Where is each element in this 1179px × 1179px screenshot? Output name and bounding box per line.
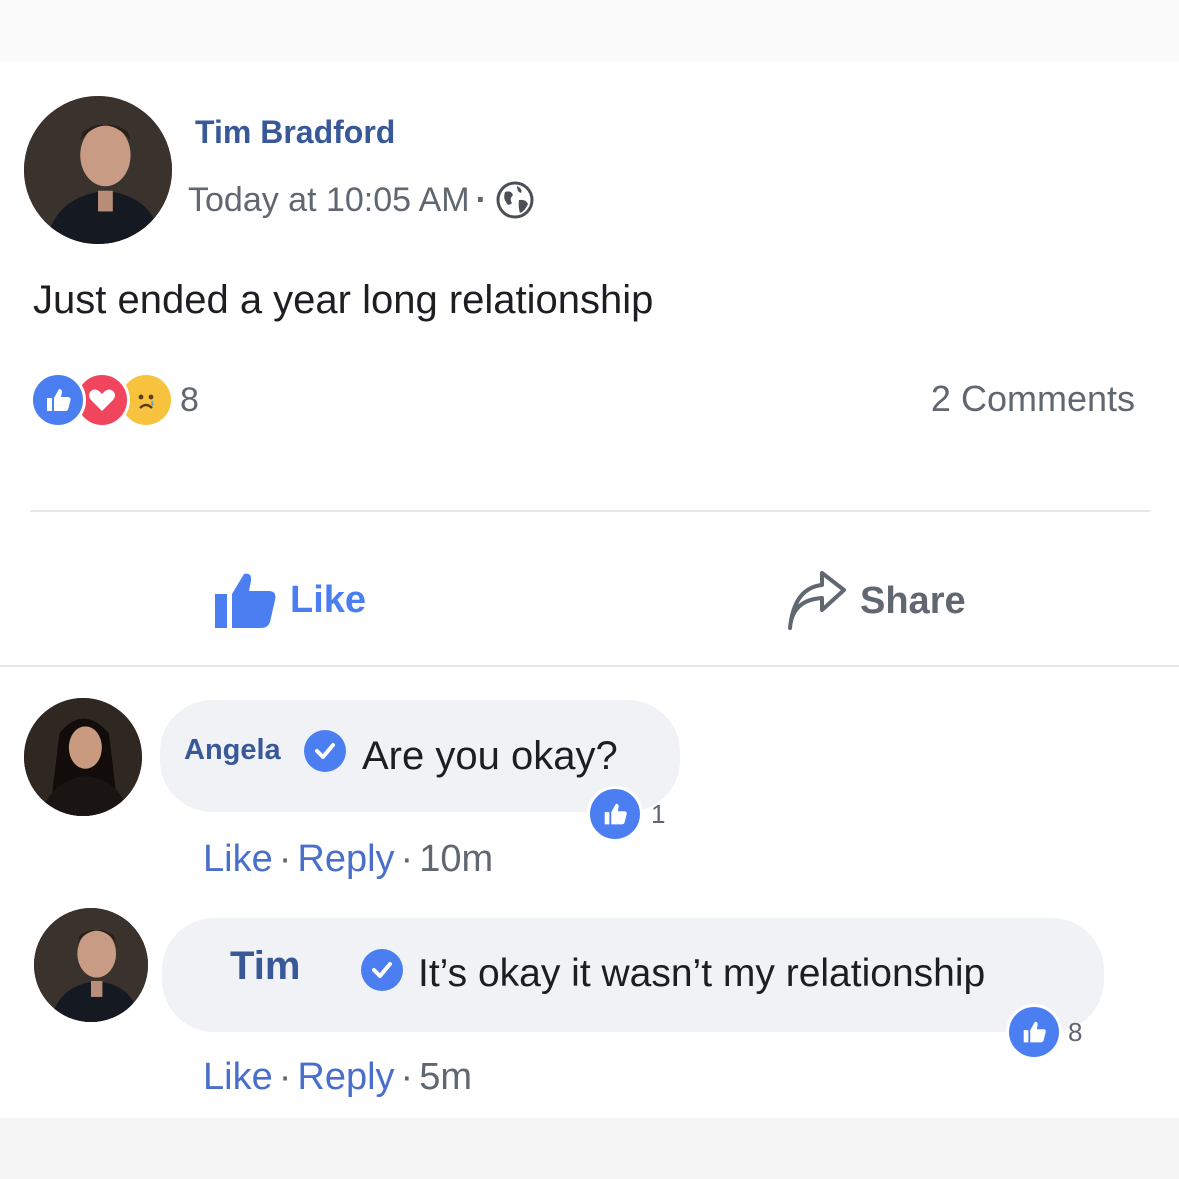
comment-actions: Like · Reply · 10m xyxy=(203,838,493,881)
globe-icon xyxy=(495,180,535,220)
comment-actions: Like · Reply · 5m xyxy=(203,1056,472,1099)
comment-age: 5m xyxy=(419,1056,472,1098)
meta-separator: · xyxy=(475,180,487,219)
commenter-avatar[interactable] xyxy=(34,908,148,1022)
comment-age: 10m xyxy=(419,838,494,880)
divider xyxy=(0,665,1179,667)
thumbs-up-icon xyxy=(215,573,276,628)
comment-like-reaction-icon xyxy=(1006,1004,1062,1060)
verified-badge-icon xyxy=(304,730,346,772)
verified-badge-icon xyxy=(361,949,403,991)
separator-dot: · xyxy=(400,1056,414,1098)
share-button[interactable]: Share xyxy=(786,570,966,632)
separator-dot: · xyxy=(278,1056,292,1098)
comments-count-link[interactable]: 2 Comments xyxy=(931,378,1135,420)
bottom-strip xyxy=(0,1118,1179,1179)
poster-avatar[interactable] xyxy=(24,96,172,244)
person-silhouette-icon xyxy=(24,96,172,244)
comment-reply-link[interactable]: Reply xyxy=(297,1056,394,1099)
like-reaction-icon xyxy=(30,372,86,428)
reaction-count: 8 xyxy=(180,380,199,419)
comment-like-link[interactable]: Like xyxy=(203,838,273,881)
comment-like-count: 1 xyxy=(651,799,666,829)
comment-like-reaction-icon xyxy=(587,786,643,842)
comment-text: It’s okay it wasn’t my relationship xyxy=(418,952,986,995)
top-strip xyxy=(0,0,1179,62)
comment-reply-link[interactable]: Reply xyxy=(297,838,394,881)
separator-dot: · xyxy=(278,838,292,880)
separator-dot: · xyxy=(400,838,414,880)
poster-name[interactable]: Tim Bradford xyxy=(195,114,395,151)
comment-author[interactable]: Tim xyxy=(230,944,300,989)
like-button-label: Like xyxy=(290,578,367,621)
like-button[interactable]: Like xyxy=(214,570,366,630)
reactions-summary[interactable]: 8 xyxy=(30,372,199,428)
commenter-avatar[interactable] xyxy=(24,698,142,816)
comment-like-link[interactable]: Like xyxy=(203,1056,273,1099)
divider xyxy=(30,510,1150,512)
post-text: Just ended a year long relationship xyxy=(33,278,654,322)
comment-text: Are you okay? xyxy=(362,734,618,778)
post-meta: Today at 10:05 AM · xyxy=(188,180,535,220)
share-button-label: Share xyxy=(860,579,966,622)
person-silhouette-icon xyxy=(34,908,148,1022)
post-timestamp[interactable]: Today at 10:05 AM xyxy=(188,181,470,220)
person-silhouette-icon xyxy=(24,698,142,816)
comment-author[interactable]: Angela xyxy=(184,734,281,767)
comment-like-count: 8 xyxy=(1068,1017,1083,1047)
share-arrow-icon xyxy=(788,571,846,630)
